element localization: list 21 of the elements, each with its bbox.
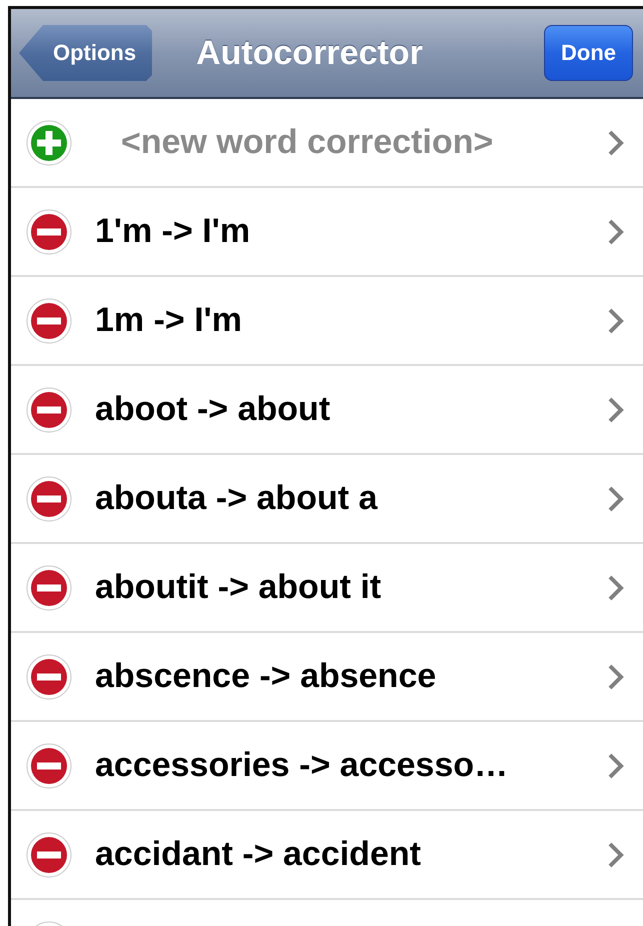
correction-label[interactable]: accessories -> accesso… bbox=[95, 746, 607, 785]
correction-label[interactable]: 1'm -> I'm bbox=[95, 212, 607, 251]
chevron-icon bbox=[607, 752, 625, 780]
back-button[interactable]: Options bbox=[19, 25, 152, 81]
screen-title: Autocorrector bbox=[195, 34, 424, 72]
chevron-icon bbox=[607, 840, 625, 868]
add-icon[interactable] bbox=[25, 118, 73, 166]
chevron-icon bbox=[607, 662, 625, 690]
correction-label[interactable]: abouta -> about a bbox=[95, 479, 607, 518]
correction-label[interactable]: aboot -> about bbox=[95, 390, 607, 429]
chevron-icon bbox=[607, 396, 625, 424]
chevron-icon bbox=[607, 128, 625, 156]
correction-label[interactable]: 1m -> I'm bbox=[95, 301, 607, 340]
done-button[interactable]: Done bbox=[544, 25, 633, 81]
correction-label[interactable]: accidant -> accident bbox=[95, 835, 607, 874]
chevron-icon bbox=[607, 306, 625, 334]
chevron-icon bbox=[607, 484, 625, 512]
chevron-icon bbox=[607, 218, 625, 246]
correction-label[interactable]: abscence -> absence bbox=[95, 657, 607, 696]
chevron-icon bbox=[607, 574, 625, 602]
correction-label[interactable]: aboutit -> about it bbox=[95, 568, 607, 607]
